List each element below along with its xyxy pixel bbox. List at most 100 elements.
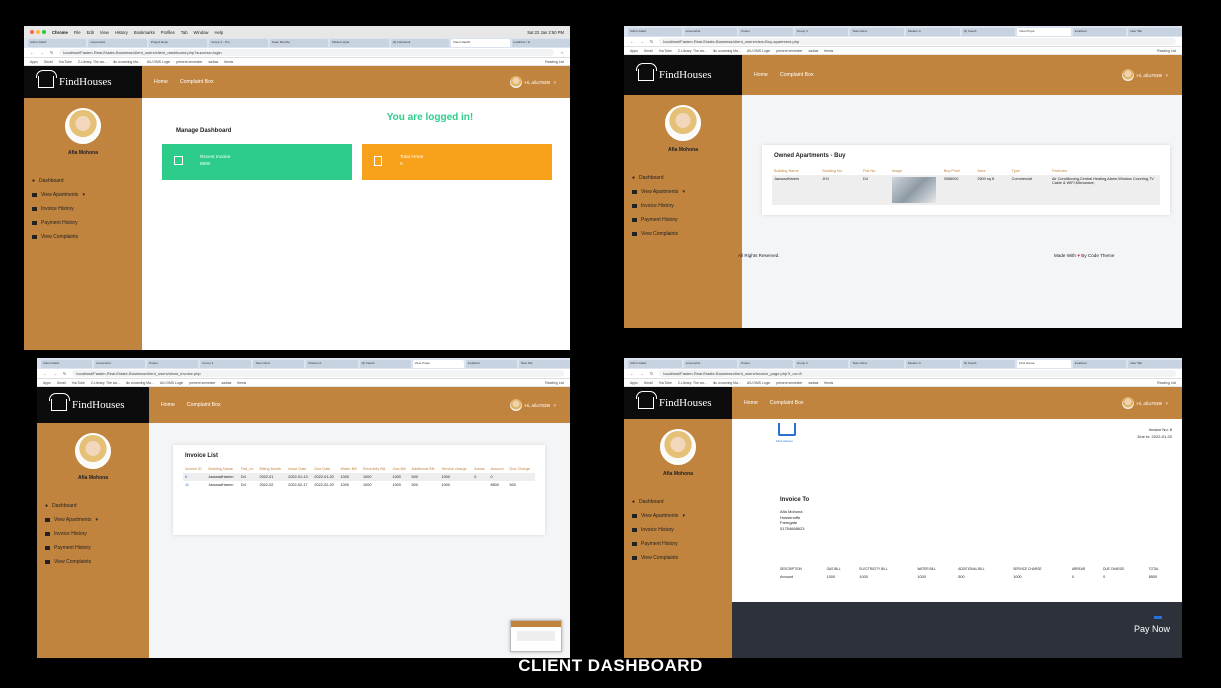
- url-input[interactable]: localhost/Fasten-Real-Estate-Business/cl…: [72, 370, 564, 377]
- reload-icon[interactable]: ↻: [650, 371, 653, 376]
- menu-window[interactable]: Window: [194, 30, 209, 35]
- bookmark[interactable]: thesis: [824, 49, 833, 53]
- browser-tab[interactable]: Team Mem: [850, 27, 904, 36]
- site-logo[interactable]: FindHouses: [624, 55, 742, 95]
- browser-tab-active[interactable]: Client Dashb: [451, 39, 510, 47]
- sidebar-item-payment-history[interactable]: Payment History: [624, 213, 742, 227]
- browser-tab[interactable]: Poster: [739, 27, 793, 36]
- sidebar-item-view-complaints[interactable]: View Complaints: [24, 230, 142, 244]
- pay-now-button[interactable]: Pay Now: [1134, 624, 1170, 634]
- bookmark[interactable]: Apps: [30, 60, 38, 64]
- bookmark[interactable]: Z-Library. The wo...: [678, 381, 707, 385]
- forward-icon[interactable]: →: [40, 50, 44, 55]
- bookmark[interactable]: thesis: [237, 381, 246, 385]
- bookmark[interactable]: Gmail: [44, 60, 53, 64]
- browser-tab[interactable]: New Tab: [1128, 27, 1182, 36]
- total-arrear-tile[interactable]: Total Arrear 0: [362, 144, 552, 180]
- sidebar-item-view-apartments[interactable]: View Apartments ▾: [624, 509, 732, 523]
- sidebar-item-view-complaints[interactable]: View Complaints: [624, 227, 742, 241]
- site-logo[interactable]: FindHouses: [24, 66, 142, 98]
- url-input[interactable]: localhost/Fasten-Real-Estate-Business/cl…: [659, 38, 1176, 45]
- browser-tab[interactable]: screenshot: [683, 359, 738, 368]
- browser-tab[interactable]: Modern A: [905, 27, 960, 36]
- browser-tab[interactable]: (3) Faceb: [961, 27, 1016, 36]
- bookmark[interactable]: sadias: [221, 381, 231, 385]
- reload-icon[interactable]: ↻: [650, 39, 653, 44]
- sidebar-item-invoice-history[interactable]: Invoice History: [24, 202, 142, 216]
- browser-tab[interactable]: localhost: [465, 359, 517, 368]
- site-logo[interactable]: FindHouses: [37, 387, 149, 423]
- forward-icon[interactable]: →: [640, 371, 644, 376]
- browser-tab-active[interactable]: View Prope: [412, 359, 464, 368]
- browser-tab[interactable]: New Tab: [1128, 359, 1182, 368]
- recent-invoice-tile[interactable]: Recent Invoice 8500: [162, 144, 352, 180]
- bookmark[interactable]: Gmail: [57, 381, 66, 385]
- browser-tab[interactable]: screenshot: [94, 359, 146, 368]
- bookmark[interactable]: present semester: [189, 381, 215, 385]
- sidebar-item-invoice-history[interactable]: Invoice History: [624, 199, 742, 213]
- sidebar-item-dashboard[interactable]: ● Dashboard: [24, 174, 142, 188]
- nav-complaint-box[interactable]: Complaint Box: [770, 400, 804, 406]
- bookmark[interactable]: UIU DMS Login: [747, 381, 771, 385]
- sidebar-item-dashboard[interactable]: ● Dashboard: [624, 171, 742, 185]
- sidebar-item-dashboard[interactable]: ● Dashboard: [37, 499, 149, 513]
- sidebar-item-view-apartments[interactable]: View Apartments ▾: [624, 185, 742, 199]
- sidebar-item-invoice-history[interactable]: Invoice History: [624, 523, 732, 537]
- table-row[interactable]: 11 JawwadHarem D4 2022-02 2022-02-17 202…: [183, 481, 535, 489]
- forward-icon[interactable]: →: [640, 39, 644, 44]
- bookmark[interactable]: YouTube: [72, 381, 85, 385]
- browser-tab[interactable]: Modern A: [905, 359, 960, 368]
- browser-tab[interactable]: Admin Dash: [628, 359, 682, 368]
- sidebar-item-invoice-history[interactable]: Invoice History: [37, 527, 149, 541]
- bookmark[interactable]: present semester: [776, 381, 802, 385]
- menu-history[interactable]: History: [115, 30, 128, 35]
- browser-tab[interactable]: (3) Facebook: [390, 39, 450, 47]
- star-icon[interactable]: ☆: [560, 50, 564, 55]
- bookmark[interactable]: Apps: [630, 381, 638, 385]
- back-icon[interactable]: ←: [630, 371, 634, 376]
- bookmark[interactable]: Apps: [630, 49, 638, 53]
- bookmark[interactable]: present semester: [776, 49, 802, 53]
- bookmark[interactable]: present semester: [176, 60, 202, 64]
- browser-tab[interactable]: localhost: [1072, 27, 1127, 36]
- menu-edit[interactable]: Edit: [87, 30, 94, 35]
- browser-tab[interactable]: Group 3 - Pro: [209, 39, 268, 47]
- bookmark[interactable]: Gmail: [644, 49, 653, 53]
- sidebar-item-view-apartments[interactable]: View Apartments ▾: [24, 188, 142, 202]
- sidebar-item-payment-history[interactable]: Payment History: [24, 216, 142, 230]
- sidebar-item-dashboard[interactable]: ● Dashboard: [624, 495, 732, 509]
- browser-tab[interactable]: Team Mem: [850, 359, 904, 368]
- browser-tab[interactable]: Group 3: [200, 359, 252, 368]
- sidebar-item-payment-history[interactable]: Payment History: [624, 537, 732, 551]
- invoice-id-link[interactable]: 8: [183, 473, 207, 481]
- bookmark[interactable]: YouTube: [59, 60, 72, 64]
- browser-tab[interactable]: (3) Faceb: [961, 359, 1016, 368]
- user-menu[interactable]: Hi, afia7839! ˅: [509, 76, 556, 88]
- menu-bookmarks[interactable]: Bookmarks: [134, 30, 155, 35]
- sidebar-item-view-complaints[interactable]: View Complaints: [624, 551, 732, 565]
- bookmark[interactable]: sadias: [808, 49, 818, 53]
- browser-tab[interactable]: screenshot: [683, 27, 738, 36]
- browser-tab[interactable]: Group 3: [794, 27, 849, 36]
- nav-home[interactable]: Home: [161, 402, 175, 408]
- browser-tab[interactable]: localhost / lo: [511, 39, 570, 47]
- reading-list[interactable]: Reading List: [1157, 49, 1176, 53]
- sidebar-item-view-apartments[interactable]: View Apartments ▾: [37, 513, 149, 527]
- nav-complaint-box[interactable]: Complaint Box: [187, 402, 221, 408]
- reload-icon[interactable]: ↻: [63, 371, 66, 376]
- screenshot-thumbnail[interactable]: [510, 620, 562, 652]
- bookmark[interactable]: sadias: [208, 60, 218, 64]
- bookmark[interactable]: YouTube: [659, 381, 672, 385]
- bookmark[interactable]: Z-Library. The wo...: [78, 60, 107, 64]
- reading-list[interactable]: Reading List: [545, 60, 564, 64]
- back-icon[interactable]: ←: [43, 371, 47, 376]
- menu-profiles[interactable]: Profiles: [161, 30, 175, 35]
- menu-chrome[interactable]: Chrome: [52, 30, 68, 35]
- menu-file[interactable]: File: [74, 30, 81, 35]
- browser-tab-active[interactable]: Find House: [1017, 359, 1071, 368]
- bookmark[interactable]: iiiu w.saming Ma...: [113, 60, 141, 64]
- bookmark[interactable]: Z-Library. The wo...: [91, 381, 120, 385]
- user-menu[interactable]: Hi, afia7839! ˅: [1121, 69, 1168, 81]
- window-controls[interactable]: [30, 30, 46, 34]
- browser-tab[interactable]: Group 3: [794, 359, 849, 368]
